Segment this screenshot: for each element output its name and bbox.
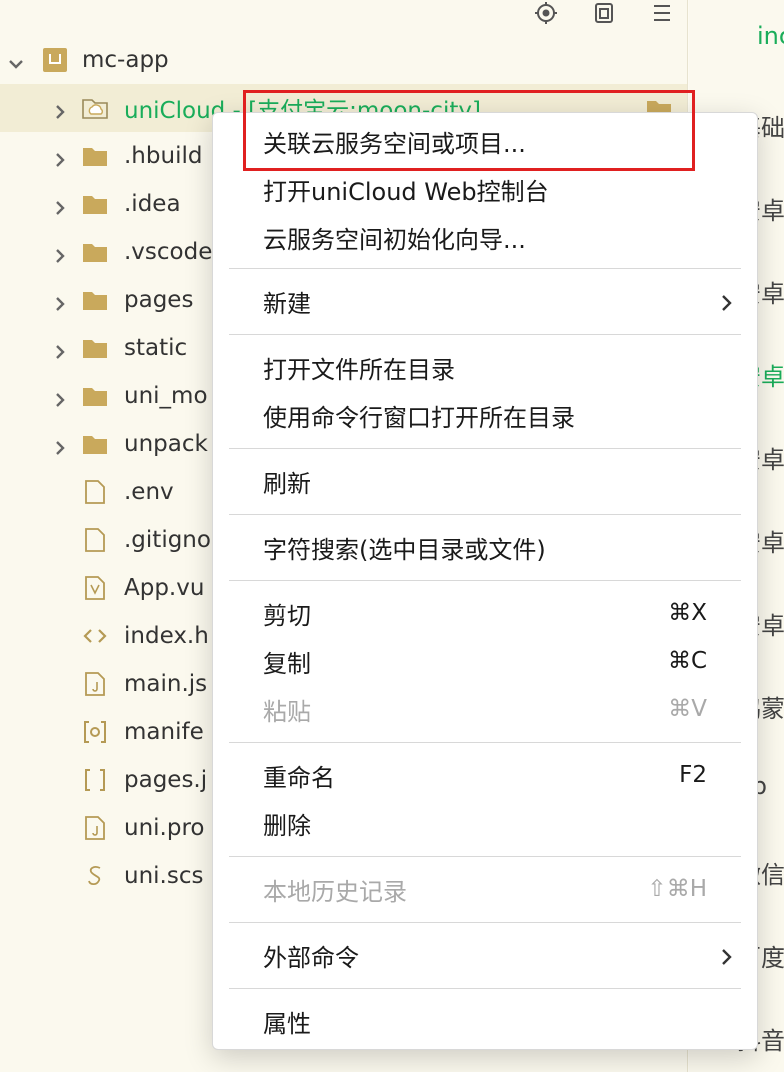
menu-item-shortcut: ⌘X	[668, 600, 707, 626]
tree-item-label: manife	[124, 719, 204, 745]
tree-item-label: uni.pro	[124, 815, 205, 841]
chevron-right-icon[interactable]	[52, 196, 68, 215]
tree-item-label: .hbuild	[124, 143, 203, 169]
collapse-all-icon[interactable]	[593, 2, 615, 28]
folder-icon	[82, 383, 108, 409]
json-file-icon	[82, 767, 108, 793]
tree-item-label: uni.scs	[124, 863, 204, 889]
open-in-terminal-item[interactable]: 使用命令行窗口打开所在目录	[263, 393, 737, 437]
tree-item-label: uni_mo	[124, 383, 208, 409]
js-file-icon	[82, 815, 108, 841]
menu-item-shortcut: ⌘V	[668, 696, 707, 722]
refresh-item[interactable]: 刷新	[263, 459, 737, 503]
menu-item-label: 删除	[263, 811, 311, 840]
menu-item-label: 外部命令	[263, 943, 359, 972]
scss-file-icon	[82, 863, 108, 889]
local-history-item[interactable]: 本地历史记录 ⇧⌘H	[263, 867, 737, 911]
menu-item-shortcut: F2	[679, 762, 707, 788]
folder-icon	[82, 431, 108, 457]
tree-item-label: App.vu	[124, 575, 205, 601]
tree-item-label: index.h	[124, 623, 209, 649]
settings-file-icon	[82, 719, 108, 745]
cloud-space-init-wizard-item[interactable]: 云服务空间初始化向导...	[263, 215, 737, 259]
open-containing-folder-item[interactable]: 打开文件所在目录	[263, 345, 737, 389]
folder-icon	[82, 335, 108, 361]
new-item[interactable]: 新建	[263, 279, 737, 323]
tree-item-label: .gitigno	[124, 527, 211, 553]
menu-separator	[229, 334, 741, 335]
menu-separator	[229, 514, 741, 515]
menu-item-shortcut: ⇧⌘H	[647, 876, 707, 902]
menu-icon[interactable]	[651, 2, 673, 28]
project-name: mc-app	[82, 47, 169, 73]
folder-icon	[82, 287, 108, 313]
menu-item-label: 新建	[263, 289, 311, 318]
tree-item-label: pages.j	[124, 767, 208, 793]
chevron-right-icon[interactable]	[52, 244, 68, 263]
chevron-right-icon[interactable]	[52, 436, 68, 455]
html-file-icon	[82, 623, 108, 649]
menu-separator	[229, 448, 741, 449]
properties-item[interactable]: 属性	[263, 999, 737, 1043]
menu-item-label: 属性	[263, 1009, 311, 1038]
context-menu: 关联云服务空间或项目... 打开uniCloud Web控制台 云服务空间初始化向导…	[212, 112, 758, 1050]
locate-icon[interactable]	[535, 2, 557, 28]
menu-item-label: 剪切	[263, 601, 311, 630]
open-unicloud-web-console-item[interactable]: 打开uniCloud Web控制台	[263, 167, 737, 211]
chevron-right-icon	[717, 291, 737, 311]
menu-item-label: 云服务空间初始化向导...	[263, 225, 526, 254]
tree-item-label: .vscode	[124, 239, 213, 265]
chevron-right-icon[interactable]	[52, 148, 68, 167]
vue-file-icon	[82, 575, 108, 601]
external-commands-item[interactable]: 外部命令	[263, 933, 737, 977]
cut-item[interactable]: 剪切 ⌘X	[263, 591, 737, 635]
delete-item[interactable]: 删除	[263, 801, 737, 845]
menu-item-label: 字符搜索(选中目录或文件)	[263, 535, 546, 564]
tree-item-label: unpack	[124, 431, 208, 457]
highlight-annotation	[243, 90, 695, 171]
chevron-right-icon[interactable]	[52, 388, 68, 407]
menu-separator	[229, 856, 741, 857]
text-search-item[interactable]: 字符搜索(选中目录或文件)	[263, 525, 737, 569]
chevron-right-icon	[717, 945, 737, 965]
paste-item[interactable]: 粘贴 ⌘V	[263, 687, 737, 731]
menu-item-shortcut: ⌘C	[667, 648, 707, 674]
menu-separator	[229, 742, 741, 743]
tree-item-label: main.js	[124, 671, 208, 697]
tree-root-project[interactable]: mc-app	[0, 36, 687, 84]
copy-item[interactable]: 复制 ⌘C	[263, 639, 737, 683]
chevron-right-icon[interactable]	[52, 292, 68, 311]
menu-separator	[229, 268, 741, 269]
menu-item-label: 粘贴	[263, 697, 311, 726]
file-icon	[82, 479, 108, 505]
folder-icon	[82, 239, 108, 265]
editor-tab-partial[interactable]: inc	[757, 22, 784, 50]
js-file-icon	[82, 671, 108, 697]
rename-item[interactable]: 重命名 F2	[263, 753, 737, 797]
chevron-right-icon[interactable]	[52, 340, 68, 359]
menu-item-label: 复制	[263, 649, 311, 678]
menu-separator	[229, 988, 741, 989]
explorer-toolbar	[535, 2, 673, 28]
menu-separator	[229, 580, 741, 581]
tree-item-label: pages	[124, 287, 194, 313]
tree-item-label: static	[124, 335, 188, 361]
tree-item-label: .idea	[124, 191, 181, 217]
folder-icon	[82, 191, 108, 217]
menu-item-label: 使用命令行窗口打开所在目录	[263, 403, 575, 432]
menu-item-label: 打开文件所在目录	[263, 355, 455, 384]
menu-separator	[229, 922, 741, 923]
menu-item-label: 打开uniCloud Web控制台	[263, 177, 549, 206]
file-icon	[82, 527, 108, 553]
menu-item-label: 本地历史记录	[263, 877, 407, 906]
chevron-right-icon[interactable]	[52, 100, 68, 119]
project-icon	[42, 47, 68, 73]
folder-icon	[82, 143, 108, 169]
tree-item-label: .env	[124, 479, 174, 505]
cloud-folder-icon	[82, 95, 108, 121]
menu-item-label: 重命名	[263, 763, 335, 792]
chevron-down-icon[interactable]	[8, 52, 24, 69]
menu-item-label: 刷新	[263, 469, 311, 498]
